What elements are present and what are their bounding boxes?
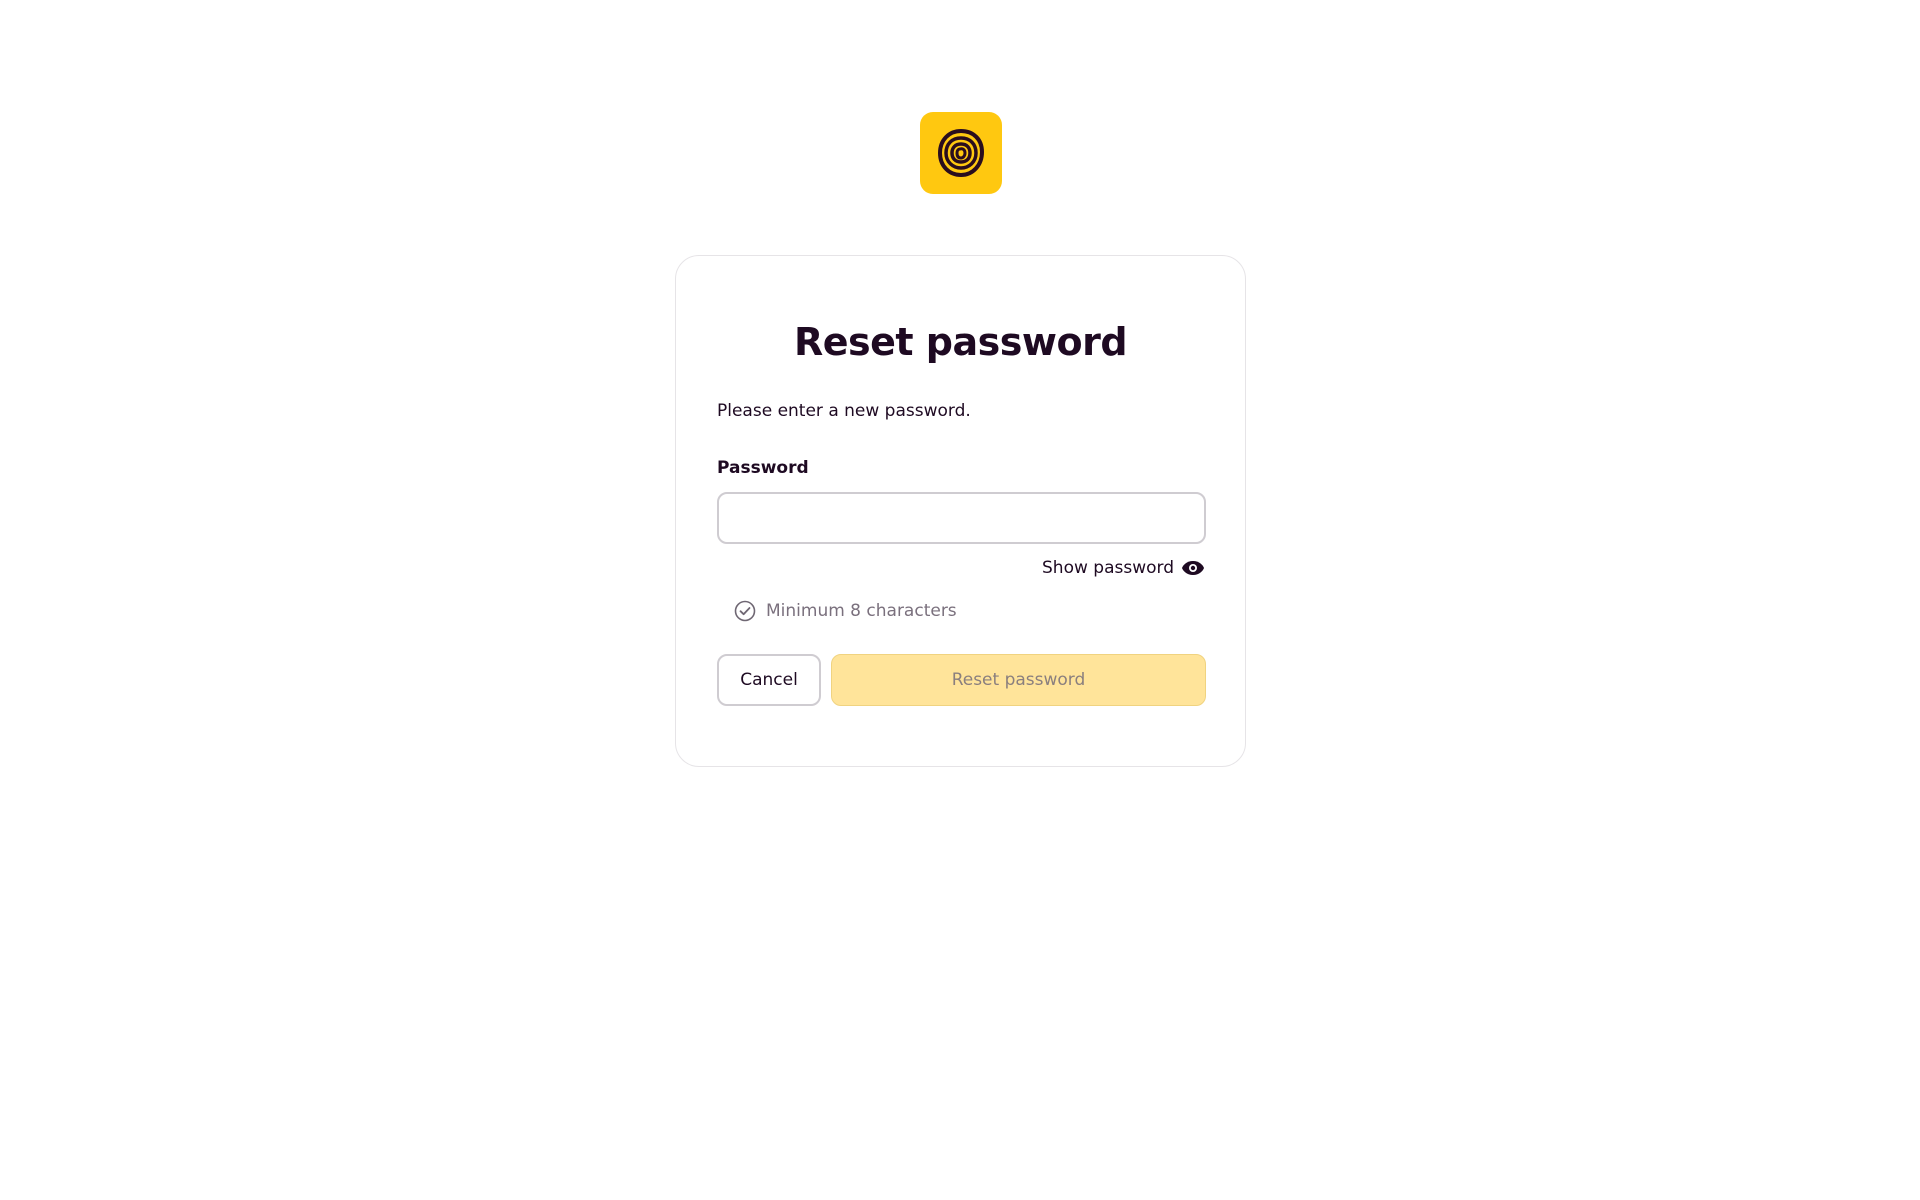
instruction-text: Please enter a new password. <box>717 401 971 421</box>
show-password-label: Show password <box>1042 558 1174 578</box>
check-circle-icon <box>734 600 756 622</box>
page-title: Reset password <box>793 320 1128 364</box>
cancel-button[interactable]: Cancel <box>717 654 821 706</box>
reset-password-button[interactable]: Reset password <box>831 654 1206 706</box>
app-logo <box>920 112 1002 194</box>
requirement-text: Minimum 8 characters <box>766 601 957 621</box>
reset-password-card: Reset password Please enter a new passwo… <box>675 255 1246 767</box>
spiral-rings-icon <box>937 128 985 178</box>
password-input[interactable] <box>717 492 1206 544</box>
show-password-toggle[interactable]: Show password <box>1042 555 1205 581</box>
password-requirement: Minimum 8 characters <box>734 598 957 624</box>
eye-icon <box>1182 561 1204 575</box>
password-label: Password <box>717 458 809 478</box>
